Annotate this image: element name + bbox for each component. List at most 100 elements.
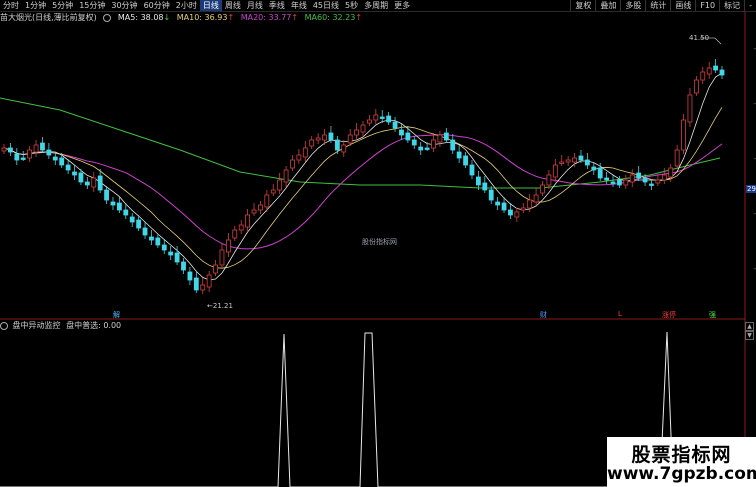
candle-body (540, 184, 545, 194)
candle-body (373, 114, 379, 121)
tab-period[interactable]: 季线 (266, 0, 288, 11)
candle-body (661, 174, 667, 181)
tab-period[interactable]: 月线 (244, 0, 266, 11)
candle-body (65, 164, 71, 171)
candle-body (91, 177, 97, 188)
candle-body (251, 209, 257, 214)
candle-body (1, 147, 7, 152)
candle-body (174, 252, 180, 263)
indicator-value: 盘中普选: 0.00 (66, 321, 122, 330)
candle-body (552, 164, 558, 178)
signal-marker: 解 (113, 311, 120, 319)
candle-body (360, 124, 366, 133)
ma20-line (3, 134, 723, 250)
candle-body (302, 147, 308, 158)
candle-body (386, 115, 392, 123)
candle-body (238, 224, 244, 231)
toolbar-button[interactable]: - (744, 0, 756, 11)
tab-period[interactable]: 多周期 (361, 0, 391, 11)
candle-body (328, 132, 334, 141)
ma20-label: MA20: 33.77 (240, 13, 292, 22)
toolbar-button[interactable]: F10 (695, 0, 719, 11)
candle-body (168, 251, 174, 256)
candle-body (161, 244, 167, 251)
tab-period[interactable]: 2小时 (173, 0, 200, 11)
tab-period[interactable]: 日线 (199, 0, 222, 11)
candle-body (424, 147, 430, 150)
candle-body (578, 155, 584, 161)
candle-body (46, 149, 52, 156)
candle-body (418, 146, 424, 151)
candle-body (495, 201, 501, 206)
toolbar-button[interactable]: 统计 (645, 0, 670, 11)
period-tabs: 分时 1分钟 5分钟 15分钟 30分钟 60分钟 2小时 日线 周线 月线 季线 年线 45日线 5秒多… (0, 0, 570, 11)
toolbar-button[interactable]: 复权 (570, 0, 595, 11)
candle-body (629, 174, 635, 183)
tab-period[interactable]: 5分钟 (49, 0, 76, 11)
stock-title: 苗大烟光(日线,薄比前复权) (0, 13, 97, 22)
site-watermark: 股票指标网 www.7gpzb.com (607, 437, 756, 487)
candle-body (136, 219, 142, 229)
candle-body (713, 65, 718, 71)
tab-period[interactable]: 15分钟 (76, 0, 108, 11)
candle-body (437, 134, 443, 143)
ma60-label: MA60: 32.23 (304, 13, 356, 22)
toolbar-button[interactable]: 叠加 (595, 0, 620, 11)
scroll-down-button[interactable]: ▼ (745, 331, 754, 340)
candle-body (642, 177, 648, 183)
candle-body (604, 177, 610, 181)
tab-period[interactable]: 分时 (0, 0, 22, 11)
ma5-path (3, 72, 723, 281)
toolbar-button[interactable]: 画线 (670, 0, 695, 11)
signal-marker: 强 (709, 311, 716, 319)
low-price-label: ←21.21 (207, 302, 233, 310)
indicator-settings-icon[interactable] (0, 321, 8, 330)
candle-body (527, 199, 533, 209)
candle-body (129, 216, 135, 223)
candle-body (687, 94, 693, 123)
candle-body (456, 151, 462, 159)
candle-body (693, 79, 699, 94)
candle-body (533, 194, 539, 203)
candle-body (411, 139, 417, 146)
candle-body (219, 249, 225, 266)
candle-body (584, 159, 590, 166)
tab-period[interactable]: 年线 (288, 0, 310, 11)
period-toolbar: 分时 1分钟 5分钟 15分钟 30分钟 60分钟 2小时 日线 周线 月线 季线 年线 45日线 5秒多… (0, 0, 756, 12)
ma5-arrow: ↓ (163, 13, 171, 22)
candle-body (52, 156, 58, 161)
tab-period[interactable]: 30分钟 (108, 0, 140, 11)
ma5-label: MA5: 38.08 (117, 13, 164, 22)
candle-body (20, 157, 26, 160)
candle-body (354, 129, 359, 136)
tab-period[interactable]: 更多 (391, 0, 413, 11)
candle-body (232, 229, 238, 239)
candle-body (546, 174, 552, 186)
tab-period[interactable]: 45日线 (310, 0, 342, 11)
candle-body (379, 116, 385, 119)
ma60-path (0, 97, 721, 189)
candle-body (591, 166, 597, 171)
candle-body (8, 147, 13, 153)
signal-marker: 财 (540, 311, 547, 319)
candle-body (668, 167, 674, 178)
candle-body (399, 129, 404, 136)
candle-body (463, 155, 468, 166)
current-price-tag: 29.6 (746, 185, 756, 193)
candle-body (116, 202, 122, 211)
toolbar-button[interactable]: 标记 (719, 0, 744, 11)
scroll-up-button[interactable]: ▲ (745, 322, 754, 331)
candle-body (501, 202, 507, 211)
tab-period[interactable]: 1分钟 (22, 0, 49, 11)
candle-body (245, 214, 251, 228)
candle-body (225, 239, 231, 253)
settings-circle-icon[interactable] (103, 13, 112, 22)
tab-period[interactable]: 5秒 (342, 0, 361, 11)
ma60-line (0, 97, 721, 189)
toolbar-button[interactable]: 多股 (620, 0, 645, 11)
candle-body (155, 237, 161, 246)
candle-body (283, 169, 289, 183)
tab-period[interactable]: 60分钟 (141, 0, 173, 11)
tab-period[interactable]: 周线 (222, 0, 244, 11)
ma20-path (3, 134, 723, 250)
